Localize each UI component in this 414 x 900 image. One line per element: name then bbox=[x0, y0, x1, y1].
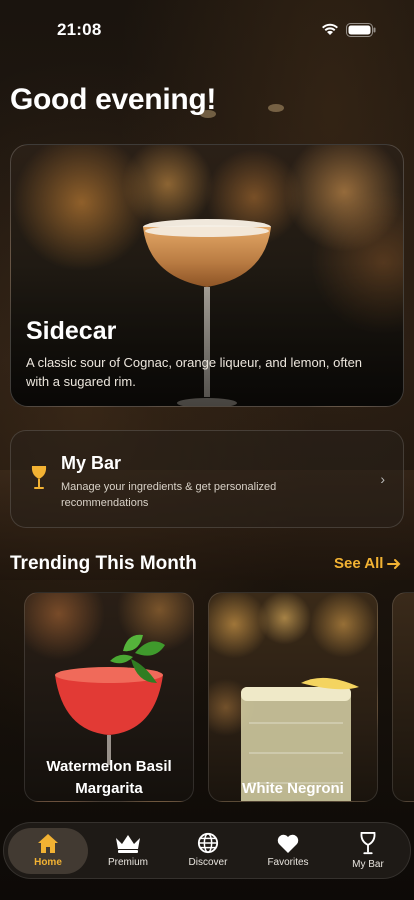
wifi-icon bbox=[322, 23, 338, 35]
featured-cocktail-card[interactable]: Sidecar A classic sour of Cognac, orange… bbox=[10, 144, 404, 407]
trending-card[interactable] bbox=[392, 592, 414, 802]
tab-favorites[interactable]: Favorites bbox=[248, 828, 328, 874]
tab-label: Home bbox=[34, 857, 62, 868]
wine-glass-icon bbox=[31, 466, 47, 489]
status-time: 21:08 bbox=[57, 20, 102, 39]
see-all-link[interactable]: See All bbox=[334, 555, 401, 572]
tab-premium[interactable]: Premium bbox=[88, 828, 168, 874]
trending-heading: Trending This Month bbox=[10, 553, 197, 574]
my-bar-card[interactable]: My Bar Manage your ingredients & get per… bbox=[10, 430, 404, 528]
trending-item-name: Watermelon Basil Margarita bbox=[46, 758, 172, 797]
trending-card[interactable]: Watermelon Basil Margarita bbox=[24, 592, 194, 802]
tab-discover[interactable]: Discover bbox=[168, 828, 248, 874]
featured-title: Sidecar bbox=[26, 317, 117, 345]
wine-glass-icon bbox=[360, 832, 376, 855]
tab-bar: Home Premium Discover Favorites My Bar bbox=[3, 822, 411, 879]
see-all-label: See All bbox=[334, 555, 384, 572]
heart-icon bbox=[277, 834, 299, 853]
tab-label: Premium bbox=[107, 857, 148, 868]
battery-icon bbox=[346, 23, 376, 37]
chevron-right-icon: › bbox=[380, 471, 385, 487]
arrow-right-icon bbox=[387, 558, 401, 569]
tab-my-bar[interactable]: My Bar bbox=[328, 828, 408, 874]
tab-label: Favorites bbox=[267, 857, 309, 868]
home-icon bbox=[38, 834, 58, 853]
tab-label: My Bar bbox=[352, 859, 384, 870]
tab-home[interactable]: Home bbox=[8, 828, 88, 874]
my-bar-title: My Bar bbox=[61, 453, 122, 473]
trending-card[interactable]: White Negroni bbox=[208, 592, 378, 802]
trending-item-name: White Negroni bbox=[242, 780, 344, 797]
my-bar-subtitle: Manage your ingredients & get personaliz… bbox=[61, 481, 277, 509]
tab-label: Discover bbox=[188, 857, 228, 868]
margarita-image bbox=[55, 634, 165, 765]
status-bar: 21:08 bbox=[0, 0, 414, 52]
crown-icon bbox=[116, 835, 140, 853]
greeting-heading: Good evening! bbox=[10, 83, 217, 116]
globe-icon bbox=[197, 832, 219, 854]
featured-description: A classic sour of Cognac, orange liqueur… bbox=[26, 355, 363, 389]
